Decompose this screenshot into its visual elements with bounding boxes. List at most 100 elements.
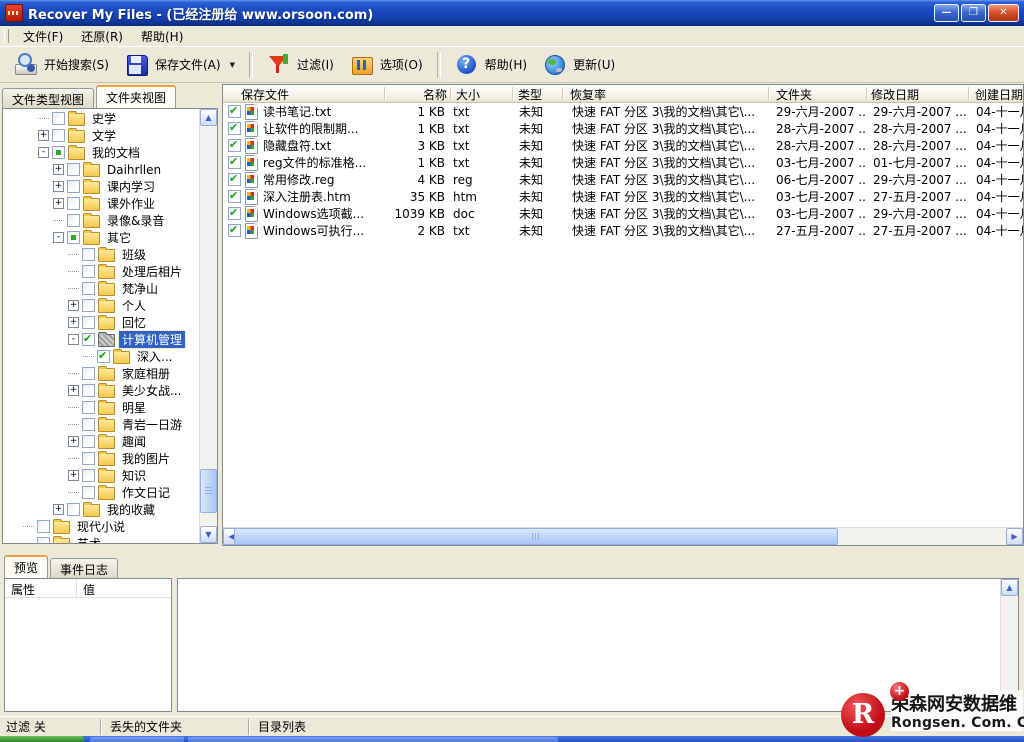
tree-item[interactable]: 班级: [3, 246, 200, 263]
tree-checkbox[interactable]: [67, 503, 80, 516]
column-header-5[interactable]: 文件夹: [776, 86, 812, 103]
table-row[interactable]: 隐藏盘符.txt3 KBtxt未知快速 FAT 分区 3\我的文档\其它\...…: [223, 137, 1023, 154]
minimize-button[interactable]: —: [934, 4, 959, 22]
tree-item[interactable]: 明星: [3, 399, 200, 416]
toolbar-button-start-search[interactable]: 开始搜索(S): [6, 50, 117, 80]
toolbar-button-update[interactable]: 更新(U): [535, 50, 623, 80]
start-button[interactable]: [0, 736, 84, 742]
tab-left-0[interactable]: 文件类型视图: [2, 88, 94, 108]
file-checkbox[interactable]: [228, 224, 241, 237]
tree-item[interactable]: -其它: [3, 229, 200, 246]
menu-item-0[interactable]: 文件(F): [14, 26, 72, 47]
tree-checkbox[interactable]: [82, 401, 95, 414]
tree-item[interactable]: 艺术: [3, 535, 200, 544]
tree-checkbox[interactable]: [82, 282, 95, 295]
table-row[interactable]: reg文件的标准格...1 KBtxt未知快速 FAT 分区 3\我的文档\其它…: [223, 154, 1023, 171]
tree-scrollbar-thumb[interactable]: [200, 469, 217, 513]
list-horizontal-scrollbar[interactable]: ◀ ▶: [223, 527, 1023, 545]
chevron-down-icon[interactable]: ▼: [230, 61, 235, 69]
file-checkbox[interactable]: [228, 156, 241, 169]
prop-column-attribute[interactable]: 属性: [5, 579, 77, 597]
tree-checkbox[interactable]: [82, 452, 95, 465]
expand-minus-icon[interactable]: -: [53, 232, 64, 243]
file-checkbox[interactable]: [228, 139, 241, 152]
tree-item[interactable]: +课外作业: [3, 195, 200, 212]
tree-checkbox[interactable]: [82, 469, 95, 482]
table-row[interactable]: 读书笔记.txt1 KBtxt未知快速 FAT 分区 3\我的文档\其它\...…: [223, 103, 1023, 120]
restore-button[interactable]: ❐: [961, 4, 986, 22]
tree-item[interactable]: +我的收藏: [3, 501, 200, 518]
tree-checkbox[interactable]: [82, 435, 95, 448]
table-row[interactable]: 常用修改.reg4 KBreg未知快速 FAT 分区 3\我的文档\其它\...…: [223, 171, 1023, 188]
expand-plus-icon[interactable]: +: [68, 300, 79, 311]
tree-item[interactable]: +回忆: [3, 314, 200, 331]
tree-item[interactable]: 深入...: [3, 348, 200, 365]
table-row[interactable]: Windows选项截...1039 KBdoc未知快速 FAT 分区 3\我的文…: [223, 205, 1023, 222]
tree-checkbox[interactable]: [82, 265, 95, 278]
toolbar-button-save-files[interactable]: 保存文件(A)▼: [117, 50, 243, 80]
tree-item[interactable]: 处理后相片: [3, 263, 200, 280]
tree-item[interactable]: +文学: [3, 127, 200, 144]
file-checkbox[interactable]: [228, 122, 241, 135]
tree-checkbox[interactable]: [67, 163, 80, 176]
column-header-0[interactable]: 保存文件: [241, 86, 289, 103]
scroll-down-icon[interactable]: ▼: [200, 526, 217, 543]
tree-item[interactable]: +个人: [3, 297, 200, 314]
tree-checkbox[interactable]: [67, 214, 80, 227]
tree-checkbox[interactable]: [37, 537, 50, 544]
taskbar-button[interactable]: [90, 737, 184, 742]
tree-item[interactable]: +美少女战...: [3, 382, 200, 399]
tree-checkbox[interactable]: [82, 248, 95, 261]
column-header-1[interactable]: 名称: [423, 86, 447, 103]
tab-bottom-1[interactable]: 事件日志: [50, 558, 118, 578]
toolbar-button-options[interactable]: 选项(O): [342, 50, 431, 80]
file-checkbox[interactable]: [228, 173, 241, 186]
column-separator[interactable]: [866, 87, 868, 100]
expand-plus-icon[interactable]: +: [53, 504, 64, 515]
expand-plus-icon[interactable]: +: [53, 164, 64, 175]
expand-plus-icon[interactable]: +: [38, 130, 49, 141]
scroll-up-icon[interactable]: ▲: [1001, 579, 1018, 596]
file-checkbox[interactable]: [228, 105, 241, 118]
column-header-4[interactable]: 恢复率: [570, 86, 606, 103]
tree-item[interactable]: 史学: [3, 110, 200, 127]
column-header-2[interactable]: 大小: [456, 86, 480, 103]
tree-checkbox[interactable]: [82, 486, 95, 499]
menu-item-2[interactable]: 帮助(H): [132, 26, 192, 47]
tree-item[interactable]: +课内学习: [3, 178, 200, 195]
file-checkbox[interactable]: [228, 207, 241, 220]
toolbar-button-help[interactable]: 帮助(H): [447, 50, 535, 80]
list-scrollbar-thumb[interactable]: [234, 528, 838, 545]
taskbar-button[interactable]: [188, 737, 558, 742]
tree-item[interactable]: 家庭相册: [3, 365, 200, 382]
expand-plus-icon[interactable]: +: [68, 470, 79, 481]
tree-item[interactable]: +趣闻: [3, 433, 200, 450]
tree-checkbox[interactable]: [82, 384, 95, 397]
tree-checkbox[interactable]: [82, 316, 95, 329]
column-separator[interactable]: [384, 87, 386, 100]
tree-item[interactable]: -我的文档: [3, 144, 200, 161]
toolbar-button-filter[interactable]: 过滤(I): [259, 50, 342, 80]
tree-checkbox[interactable]: [67, 231, 80, 244]
tree-checkbox[interactable]: [52, 146, 65, 159]
expand-minus-icon[interactable]: -: [68, 334, 79, 345]
expand-plus-icon[interactable]: +: [68, 385, 79, 396]
tree-checkbox[interactable]: [82, 367, 95, 380]
close-button[interactable]: ✕: [988, 4, 1019, 22]
tab-left-1[interactable]: 文件夹视图: [96, 85, 176, 108]
tree-item[interactable]: 我的图片: [3, 450, 200, 467]
tree-checkbox[interactable]: [82, 333, 95, 346]
prop-column-value[interactable]: 值: [77, 579, 101, 597]
tree-item[interactable]: 青岩一日游: [3, 416, 200, 433]
tree-item[interactable]: -计算机管理: [3, 331, 200, 348]
tree-item[interactable]: 梵净山: [3, 280, 200, 297]
table-row[interactable]: Windows可执行...2 KBtxt未知快速 FAT 分区 3\我的文档\其…: [223, 222, 1023, 239]
column-header-6[interactable]: 修改日期: [871, 86, 919, 103]
tree-item[interactable]: +知识: [3, 467, 200, 484]
tree-item[interactable]: 作文日记: [3, 484, 200, 501]
column-separator[interactable]: [968, 87, 970, 100]
scroll-right-icon[interactable]: ▶: [1006, 528, 1023, 545]
tree-checkbox[interactable]: [82, 418, 95, 431]
scroll-up-icon[interactable]: ▲: [200, 109, 217, 126]
expand-plus-icon[interactable]: +: [53, 198, 64, 209]
